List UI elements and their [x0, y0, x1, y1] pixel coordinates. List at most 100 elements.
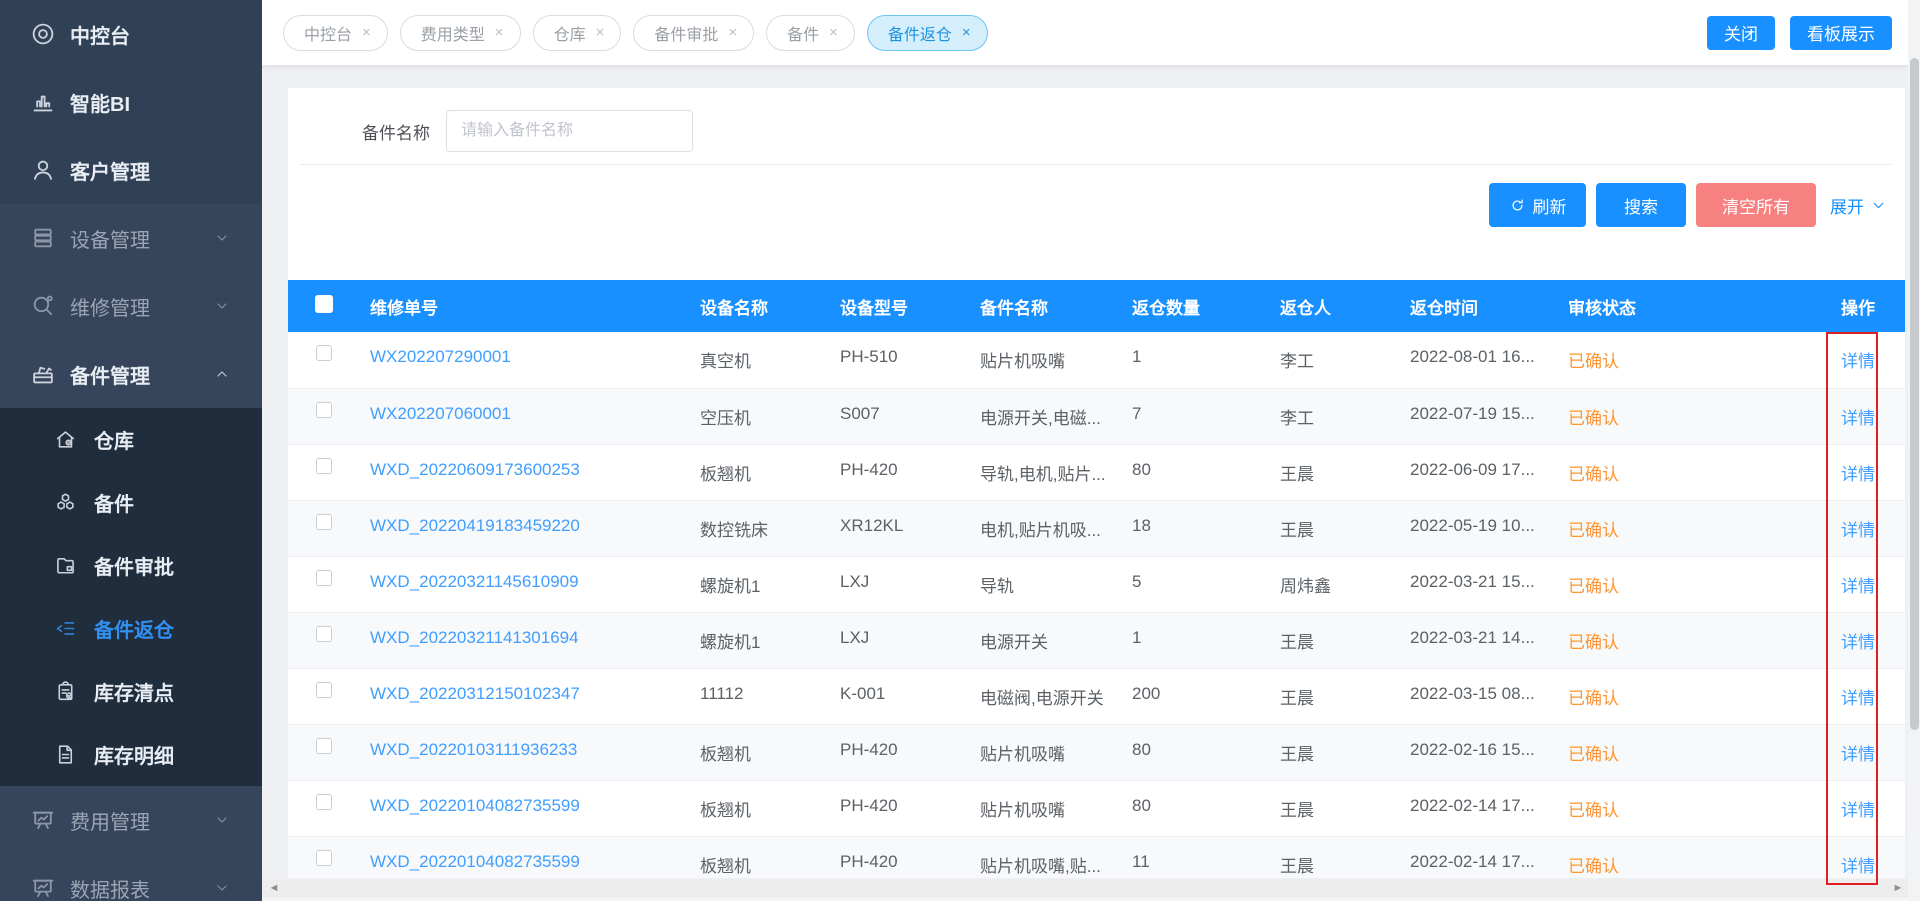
review-status-badge: 已确认: [1568, 465, 1619, 484]
detail-link[interactable]: 详情: [1841, 857, 1875, 876]
filter-divider: [300, 164, 1891, 165]
col-return-time: 返仓时间: [1400, 280, 1558, 332]
detail-link[interactable]: 详情: [1841, 801, 1875, 820]
sidebar-item-spare-approval[interactable]: 备件审批: [0, 534, 262, 597]
return-qty-cell: 11: [1132, 852, 1150, 871]
spare-name-cell: 电机,贴片机吸...: [980, 516, 1112, 541]
sidebar-item-expense-mgmt[interactable]: 费用管理: [0, 786, 262, 854]
topbar-actions: 关闭 看板展示: [1707, 16, 1892, 50]
detail-link[interactable]: 详情: [1841, 465, 1875, 484]
row-checkbox[interactable]: [316, 570, 332, 586]
sidebar-item-spare-mgmt[interactable]: 备件管理: [0, 340, 262, 408]
scroll-left-arrow-icon[interactable]: ◄: [268, 882, 280, 894]
detail-link[interactable]: 详情: [1841, 745, 1875, 764]
spare-name-cell: 贴片机吸嘴,贴...: [980, 852, 1112, 877]
order-no-link[interactable]: WXD_20220103111936233: [370, 740, 577, 759]
sidebar-item-customer-mgmt[interactable]: 客户管理: [0, 136, 262, 204]
refresh-button[interactable]: 刷新: [1489, 183, 1586, 227]
device-model-cell: XR12KL: [840, 516, 960, 536]
review-status-badge: 已确认: [1568, 801, 1619, 820]
presentation-icon: [30, 875, 56, 901]
sidebar-item-smart-bi[interactable]: 智能BI: [0, 68, 262, 136]
row-checkbox[interactable]: [316, 626, 332, 642]
expand-toggle[interactable]: 展开: [1826, 193, 1891, 218]
sidebar-item-inventory-check[interactable]: 库存清点: [0, 660, 262, 723]
sidebar-item-label: 维修管理: [70, 292, 150, 321]
detail-link[interactable]: 详情: [1841, 352, 1875, 371]
row-checkbox[interactable]: [316, 794, 332, 810]
detail-link[interactable]: 详情: [1841, 577, 1875, 596]
detail-link[interactable]: 详情: [1841, 633, 1875, 652]
sidebar-item-label: 备件审批: [94, 551, 174, 580]
detail-link[interactable]: 详情: [1841, 409, 1875, 428]
return-qty-cell: 200: [1132, 684, 1160, 703]
order-no-link[interactable]: WXD_20220321145610909: [370, 572, 579, 591]
row-checkbox[interactable]: [316, 458, 332, 474]
tab-tag-spare-return[interactable]: 备件返仓 ×: [867, 15, 988, 51]
row-checkbox[interactable]: [316, 514, 332, 530]
spare-name-cell: 电磁阀,电源开关: [980, 684, 1112, 709]
close-icon[interactable]: ×: [829, 24, 838, 41]
sidebar-item-device-mgmt[interactable]: 设备管理: [0, 204, 262, 272]
close-icon[interactable]: ×: [962, 24, 971, 41]
return-qty-cell: 1: [1132, 628, 1141, 647]
sidebar-item-console[interactable]: 中控台: [0, 0, 262, 68]
return-person-cell: 王晨: [1280, 689, 1314, 708]
row-checkbox[interactable]: [316, 345, 332, 361]
row-checkbox[interactable]: [316, 682, 332, 698]
tab-tag-warehouse[interactable]: 仓库 ×: [533, 15, 622, 51]
review-status-badge: 已确认: [1568, 409, 1619, 428]
sidebar-item-label: 备件: [94, 488, 134, 517]
sidebar-item-data-report[interactable]: 数据报表: [0, 854, 262, 901]
order-no-link[interactable]: WXD_20220321141301694: [370, 628, 579, 647]
close-icon[interactable]: ×: [728, 24, 737, 41]
select-all-checkbox[interactable]: [315, 295, 333, 313]
tab-tag-console[interactable]: 中控台×: [283, 15, 388, 51]
sidebar-item-label: 仓库: [94, 425, 134, 454]
row-checkbox[interactable]: [316, 402, 332, 418]
table-row: WXD_20220609173600253板翘机PH-420导轨,电机,贴片..…: [288, 444, 1905, 500]
return-time-cell: 2022-06-09 17...: [1410, 460, 1548, 480]
device-model-cell: LXJ: [840, 628, 960, 648]
sidebar: 中控台智能BI客户管理设备管理维修管理备件管理仓库备件备件审批备件返仓库存清点库…: [0, 0, 262, 901]
detail-link[interactable]: 详情: [1841, 689, 1875, 708]
spare-name-cell: 贴片机吸嘴: [980, 740, 1112, 765]
sidebar-item-warehouse[interactable]: 仓库: [0, 408, 262, 471]
sidebar-item-inventory-detail[interactable]: 库存明细: [0, 723, 262, 786]
tag-label: 仓库: [554, 21, 586, 45]
tab-tag-spare-approval[interactable]: 备件审批×: [633, 15, 754, 51]
row-checkbox[interactable]: [316, 738, 332, 754]
detail-link[interactable]: 详情: [1841, 521, 1875, 540]
close-icon[interactable]: ×: [495, 24, 504, 41]
vertical-scrollbar-thumb[interactable]: [1910, 58, 1919, 730]
row-checkbox[interactable]: [316, 850, 332, 866]
sidebar-item-spare-return[interactable]: 备件返仓: [0, 597, 262, 660]
tab-tag-expense-type[interactable]: 费用类型×: [400, 15, 521, 51]
filter-row: 备件名称: [362, 110, 693, 152]
search-button[interactable]: 搜索: [1596, 183, 1686, 227]
vertical-scrollbar[interactable]: [1908, 0, 1920, 901]
board-display-button[interactable]: 看板展示: [1790, 16, 1892, 50]
clear-all-button[interactable]: 清空所有: [1696, 183, 1816, 227]
order-no-link[interactable]: WXD_20220609173600253: [370, 460, 580, 479]
close-icon[interactable]: ×: [362, 24, 371, 41]
order-no-link[interactable]: WXD_20220104082735599: [370, 852, 580, 871]
tab-tag-spare-parts[interactable]: 备件×: [766, 15, 855, 51]
spare-name-input[interactable]: [446, 110, 693, 152]
tag-label: 备件返仓: [888, 21, 952, 45]
close-button[interactable]: 关闭: [1707, 16, 1775, 50]
order-no-link[interactable]: WXD_20220312150102347: [370, 684, 580, 703]
order-no-link[interactable]: WXD_20220419183459220: [370, 516, 580, 535]
order-no-link[interactable]: WXD_20220104082735599: [370, 796, 580, 815]
sidebar-item-spare-parts[interactable]: 备件: [0, 471, 262, 534]
close-icon[interactable]: ×: [596, 24, 605, 41]
order-no-link[interactable]: WX202207290001: [370, 347, 511, 366]
horizontal-scrollbar[interactable]: ◄ ►: [262, 879, 1908, 898]
sidebar-item-label: 中控台: [70, 20, 130, 49]
order-no-link[interactable]: WX202207060001: [370, 404, 511, 423]
clear-all-button-label: 清空所有: [1722, 193, 1790, 218]
header-select-all-cell: [288, 280, 360, 332]
scroll-right-arrow-icon[interactable]: ►: [1892, 882, 1904, 894]
sidebar-item-repair-mgmt[interactable]: 维修管理: [0, 272, 262, 340]
return-time-cell: 2022-08-01 16...: [1410, 347, 1548, 367]
